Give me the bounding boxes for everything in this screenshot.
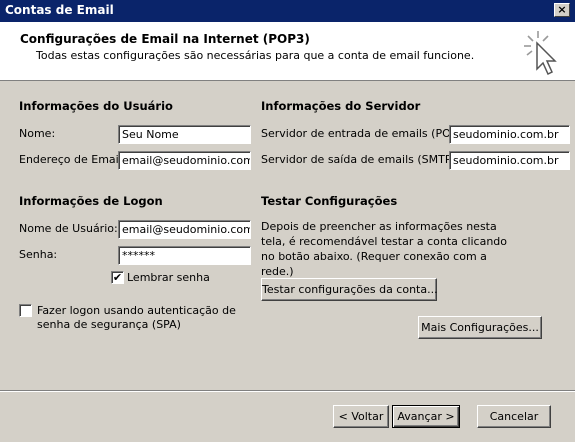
username-input[interactable]: email@seudominio.com.br — [118, 220, 251, 239]
spa-label-line2[interactable]: senha de segurança (SPA) — [37, 318, 181, 331]
name-label: Nome: — [19, 127, 56, 140]
remember-password-label[interactable]: Lembrar senha — [127, 271, 210, 284]
name-input[interactable]: Seu Nome — [118, 125, 251, 144]
spa-checkbox[interactable] — [19, 304, 32, 317]
page-subtitle: Todas estas configurações são necessária… — [36, 49, 475, 62]
test-account-button[interactable]: Testar configurações da conta... — [261, 278, 438, 301]
outgoing-server-label: Servidor de saída de emails (SMTP): — [261, 153, 460, 166]
incoming-server-label: Servidor de entrada de emails (POP3): — [261, 127, 473, 140]
email-label: Endereço de Email: — [19, 153, 126, 166]
close-button[interactable]: × — [554, 3, 570, 17]
test-settings-heading: Testar Configurações — [261, 194, 398, 208]
cancel-button[interactable]: Cancelar — [477, 405, 551, 428]
more-settings-button[interactable]: Mais Configurações... — [418, 316, 542, 339]
spa-label-line1[interactable]: Fazer logon usando autenticação de — [37, 304, 236, 317]
wizard-sparkle-cursor-icon — [524, 31, 557, 76]
wizard-header: Configurações de Email na Internet (POP3… — [0, 22, 575, 81]
test-description: Depois de preencher as informações nesta… — [261, 220, 508, 278]
username-label: Nome de Usuário: — [19, 222, 118, 235]
next-button[interactable]: Avançar > — [392, 405, 460, 428]
window-title: Contas de Email — [5, 3, 114, 17]
back-button[interactable]: < Voltar — [333, 405, 389, 428]
email-input[interactable]: email@seudominio.com.br — [118, 151, 251, 170]
server-info-heading: Informações do Servidor — [261, 99, 421, 113]
user-info-heading: Informações do Usuário — [19, 99, 173, 113]
close-icon: × — [557, 3, 567, 16]
logon-info-heading: Informações de Logon — [19, 194, 163, 208]
remember-password-checkbox[interactable]: ✔ — [111, 271, 124, 284]
outgoing-server-input[interactable]: seudominio.com.br — [449, 151, 570, 170]
password-input[interactable]: ****** — [118, 246, 251, 265]
incoming-server-input[interactable]: seudominio.com.br — [449, 125, 570, 144]
page-title: Configurações de Email na Internet (POP3… — [20, 32, 310, 46]
title-bar: Contas de Email × — [0, 0, 575, 22]
password-label: Senha: — [19, 248, 58, 261]
footer-divider — [0, 390, 575, 392]
